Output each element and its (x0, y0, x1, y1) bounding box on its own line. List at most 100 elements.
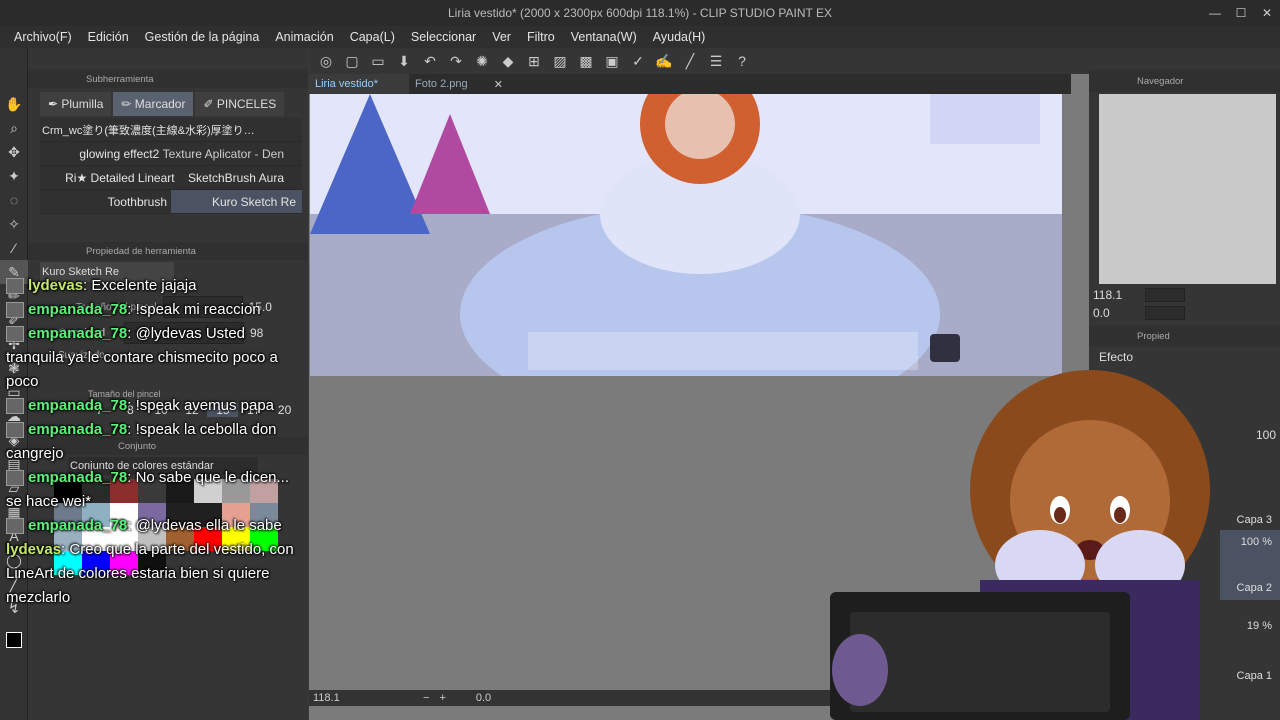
operation-tool-icon[interactable]: ✦ (0, 164, 28, 188)
tool-property-label: Propiedad de herramienta (86, 245, 196, 257)
close-button[interactable]: ✕ (1254, 0, 1280, 26)
menu-seleccionar[interactable]: Seleccionar (411, 30, 476, 44)
navigator-angle-slider[interactable] (1145, 306, 1185, 320)
tab-plumilla-label: Plumilla (61, 97, 104, 111)
brush-item[interactable]: Toothbrush (40, 190, 171, 214)
layer-opacity-value[interactable]: 100 (1256, 428, 1276, 442)
badge-icon (6, 326, 24, 343)
command-bar: ◎ ▢ ▭ ⬇ ↶ ↷ ✺ ◆ ⊞ ▨ ▩ ▣ ✓ ✍ ╱ ☰ ? (309, 48, 1089, 74)
navigator-zoom-slider[interactable] (1145, 288, 1185, 302)
badge-icon (6, 422, 24, 439)
snap-icon[interactable]: ▩ (575, 51, 597, 71)
redo-icon[interactable]: ↷ (445, 51, 467, 71)
angle-value[interactable]: 0.0 (476, 692, 491, 704)
save-icon[interactable]: ⬇ (393, 51, 415, 71)
chat-username: empanada_78 (28, 325, 128, 342)
brush-item[interactable]: Ri★ Detailed Lineart SketchBrush Aura (40, 166, 302, 190)
tab-liria-label: Liria vestido* (315, 78, 378, 90)
menu-filtro[interactable]: Filtro (527, 30, 555, 44)
menu-archivo[interactable]: Archivo(F) (14, 30, 72, 44)
chat-message: lydevas: Creo que la parte del vestido, … (6, 541, 294, 606)
zoom-out-icon[interactable]: − (423, 692, 429, 704)
brush-icon[interactable]: ✓ (627, 51, 649, 71)
tab-marcador-label: Marcador (134, 97, 186, 111)
navigator-angle[interactable]: 0.0 (1093, 306, 1141, 320)
navigator-preview[interactable] (1099, 94, 1276, 284)
close-tab-icon[interactable]: ✕ (494, 78, 503, 91)
tab-foto-2[interactable]: Foto 2.png ✕ (409, 74, 509, 94)
tab-pinceles-label: PINCELES (216, 97, 277, 111)
pen-icon[interactable]: ✍ (653, 51, 675, 71)
tool-property-header: Propiedad de herramienta (28, 242, 308, 260)
brush-name: SketchBrush Aura (187, 170, 284, 185)
brush-item[interactable]: Crm_wc塗り(筆致濃度(主線&水彩)厚塗り… (40, 118, 302, 142)
navigator-angle-row: 0.0 (1093, 306, 1280, 320)
badge-icon (6, 470, 24, 487)
open-folder-icon[interactable]: ▭ (367, 51, 389, 71)
undo-icon[interactable]: ↶ (419, 51, 441, 71)
chat-text: @lydevas ella le sabe (135, 517, 282, 534)
menu-capa[interactable]: Capa(L) (350, 30, 395, 44)
fill-icon[interactable]: ◆ (497, 51, 519, 71)
tab-marcador[interactable]: ✏ Marcador (113, 92, 194, 116)
navigator-label: Navegador (1137, 75, 1184, 87)
brush-name: Texture Aplicator - Den (162, 146, 284, 161)
hand-tool-icon[interactable]: ✋ (0, 92, 28, 116)
brush-item[interactable]: glowing effect2 Texture Aplicator - Den (40, 142, 302, 166)
help-icon[interactable]: ? (731, 51, 753, 71)
chat-username: empanada_78 (28, 469, 128, 486)
line-icon[interactable]: ╱ (679, 51, 701, 71)
chat-username: empanada_78 (28, 517, 128, 534)
chat-message: lydevas: Excelente jajaja (6, 274, 306, 298)
brush-list: Crm_wc塗り(筆致濃度(主線&水彩)厚塗り… glowing effect2… (40, 118, 302, 214)
eyedropper-icon[interactable]: ⁄ (0, 236, 28, 260)
tab-pinceles[interactable]: ✐ PINCELES (195, 92, 285, 116)
document-icon[interactable]: ☰ (705, 51, 727, 71)
zoom-value[interactable]: 118.1 (313, 692, 413, 704)
tab-plumilla[interactable]: ✒ Plumilla (40, 92, 112, 116)
chat-username: empanada_78 (28, 421, 128, 438)
menu-edicion[interactable]: Edición (88, 30, 129, 44)
brush-name: Toothbrush (107, 194, 167, 209)
move-tool-icon[interactable]: ✥ (0, 140, 28, 164)
minimize-button[interactable]: — (1202, 0, 1228, 26)
menu-bar: Archivo(F) Edición Gestión de la página … (0, 26, 1280, 48)
layer-opacity: 19 % (1246, 620, 1272, 632)
transform-icon[interactable]: ⊞ (523, 51, 545, 71)
layer-name: Capa 2 (1236, 582, 1272, 594)
menu-ver[interactable]: Ver (492, 30, 511, 44)
chat-message: empanada_78: No sabe que le dicen... se … (6, 469, 290, 510)
clear-icon[interactable]: ▨ (549, 51, 571, 71)
menu-ventana[interactable]: Ventana(W) (571, 30, 637, 44)
layer-property-label: Propied (1137, 330, 1170, 342)
maximize-button[interactable]: ☐ (1228, 0, 1254, 26)
brush-name: Kuro Sketch Re (211, 194, 296, 209)
game-scene-image (310, 94, 1062, 376)
layer-name: Capa 1 (1236, 670, 1272, 682)
brush-name: glowing effect2 (79, 146, 160, 161)
settings-icon[interactable]: ✺ (471, 51, 493, 71)
auto-select-icon[interactable]: ✧ (0, 212, 28, 236)
mod-badge-icon (6, 278, 24, 295)
brush-item-selected[interactable]: Kuro Sketch Re (171, 190, 302, 214)
menu-ayuda[interactable]: Ayuda(H) (653, 30, 706, 44)
chat-text: !speak mi reaccion (135, 301, 261, 318)
brush-name: Crm_wc塗り(筆致濃度(主線&水彩)厚塗り… (42, 124, 255, 137)
tab-liria-vestido[interactable]: Liria vestido* (309, 74, 409, 94)
zoom-tool-icon[interactable]: ⌕ (0, 116, 28, 140)
navigator-header: Navegador (1089, 70, 1280, 92)
menu-animacion[interactable]: Animación (275, 30, 333, 44)
ruler-icon[interactable]: ▣ (601, 51, 623, 71)
zoom-in-icon[interactable]: + (439, 692, 445, 704)
navigator-zoom-row: 118.1 (1093, 288, 1280, 302)
title-bar: Liria vestido* (2000 x 2300px 600dpi 118… (0, 0, 1280, 26)
new-file-icon[interactable]: ▢ (341, 51, 363, 71)
chat-message: empanada_78: !speak la cebolla don cangr… (6, 421, 277, 462)
lasso-tool-icon[interactable]: ◌ (0, 188, 28, 212)
subtool-tabs: ✒ Plumilla ✏ Marcador ✐ PINCELES (28, 92, 308, 116)
window-title: Liria vestido* (2000 x 2300px 600dpi 118… (448, 6, 832, 20)
navigator-zoom[interactable]: 118.1 (1093, 288, 1141, 302)
app-icon[interactable]: ◎ (315, 51, 337, 71)
stream-chat-overlay: lydevas: Excelente jajaja empanada_78: !… (6, 274, 306, 714)
menu-gestion-pagina[interactable]: Gestión de la página (145, 30, 260, 44)
